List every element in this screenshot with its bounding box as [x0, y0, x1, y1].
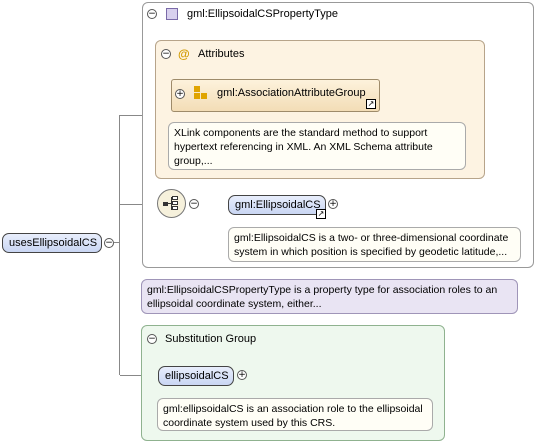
ellipsoidalcs-substitution-element[interactable]: ellipsoidalCS	[158, 366, 234, 386]
ellipsoidalcs-documentation: gml:ellipsoidalCS is an association role…	[157, 398, 433, 431]
complex-type-collapse-button[interactable]: −	[147, 9, 157, 19]
attribute-group-icon	[194, 86, 208, 100]
attribute-group-name: gml:AssociationAttributeGroup	[217, 87, 366, 99]
complex-type-name: gml:EllipsoidalCSPropertyType	[187, 8, 339, 20]
uses-ellipsoidal-cs-element[interactable]: usesEllipsoidalCS	[2, 233, 102, 253]
root-collapse-button[interactable]: −	[104, 238, 114, 248]
attribute-group-expand-button[interactable]: +	[175, 89, 185, 99]
ellipsoidal-cs-documentation: gml:EllipsoidalCS is a two- or three-dim…	[228, 227, 521, 262]
attribute-group-documentation: XLink components are the standard method…	[168, 122, 466, 170]
complex-type-icon	[166, 8, 178, 20]
attribute-group-shortcut-icon: ↗	[366, 99, 376, 109]
connector-vertical	[119, 115, 120, 375]
ellipsoidal-cs-element[interactable]: gml:EllipsoidalCS	[228, 195, 326, 215]
sequence-collapse-button[interactable]: −	[189, 199, 199, 209]
attribute-at-icon: @	[178, 47, 190, 61]
complex-type-documentation: gml:EllipsoidalCSPropertyType is a prope…	[141, 279, 518, 314]
ellipsoidalcs-expand-button[interactable]: +	[237, 370, 247, 380]
attributes-title: Attributes	[198, 48, 245, 60]
substitution-group-collapse-button[interactable]: −	[147, 334, 157, 344]
ellipsoidal-cs-expand-button[interactable]: +	[328, 199, 338, 209]
attributes-collapse-button[interactable]: −	[161, 49, 171, 59]
sequence-icon	[163, 196, 180, 211]
ellipsoidal-cs-shortcut-icon: ↗	[316, 209, 326, 219]
substitution-group-title: Substitution Group	[165, 333, 257, 345]
